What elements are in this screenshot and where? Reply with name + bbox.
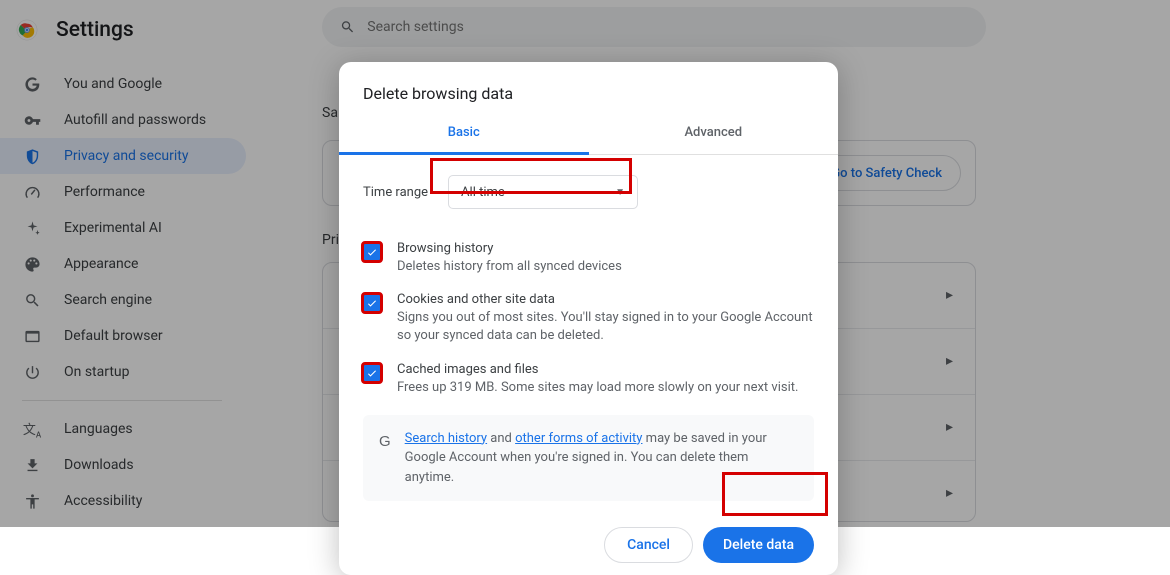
option-title: Cached images and files <box>397 362 798 377</box>
tab-basic[interactable]: Basic <box>339 117 589 155</box>
tab-advanced[interactable]: Advanced <box>589 117 839 154</box>
modal-tabs: Basic Advanced <box>339 117 838 155</box>
time-range-value: All time <box>461 185 505 200</box>
delete-data-button[interactable]: Delete data <box>703 527 814 563</box>
time-range-select[interactable]: All time ▼ <box>448 175 638 209</box>
option-title: Browsing history <box>397 241 622 256</box>
cancel-button[interactable]: Cancel <box>604 527 693 563</box>
other-activity-link[interactable]: other forms of activity <box>515 431 642 446</box>
checkbox-browsing-history[interactable] <box>363 243 381 261</box>
time-range-label: Time range <box>363 185 428 200</box>
search-history-link[interactable]: Search history <box>405 431 487 446</box>
option-subtitle: Signs you out of most sites. You'll stay… <box>397 309 814 345</box>
delete-browsing-data-modal: Delete browsing data Basic Advanced Time… <box>339 62 838 575</box>
option-subtitle: Deletes history from all synced devices <box>397 258 622 276</box>
modal-title: Delete browsing data <box>339 62 838 117</box>
checkbox-cached[interactable] <box>363 364 381 382</box>
option-title: Cookies and other site data <box>397 292 814 307</box>
checkmark-icon <box>366 246 378 258</box>
checkmark-icon <box>366 367 378 379</box>
option-subtitle: Frees up 319 MB. Some sites may load mor… <box>397 379 798 397</box>
google-g-icon: G <box>379 431 391 488</box>
info-box: G Search history and other forms of acti… <box>363 415 814 502</box>
chevron-down-icon: ▼ <box>615 187 625 198</box>
checkmark-icon <box>366 297 378 309</box>
checkbox-cookies[interactable] <box>363 294 381 312</box>
